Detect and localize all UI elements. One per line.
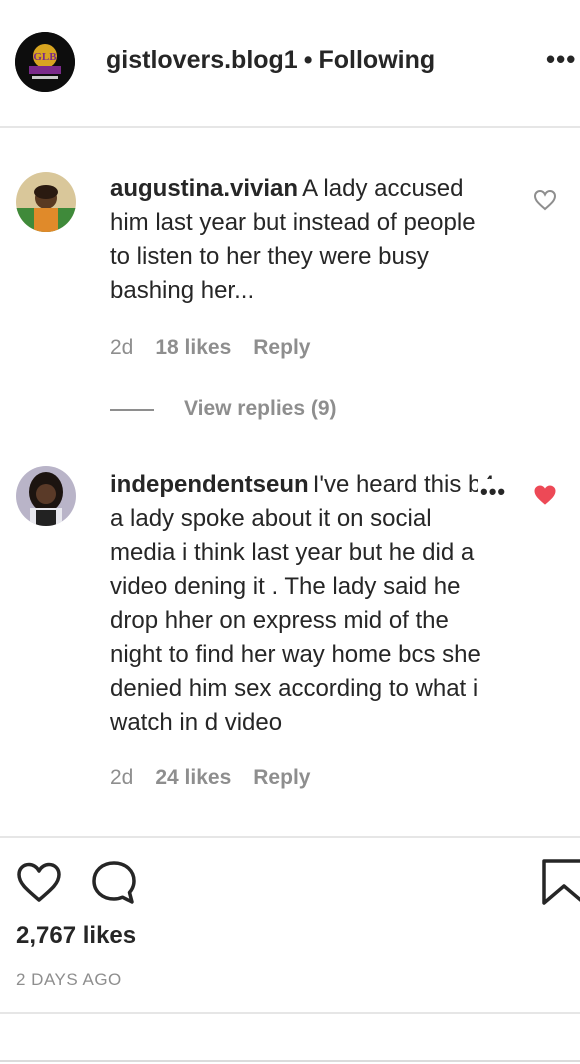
heart-filled-icon[interactable] [533, 484, 557, 506]
commenter-avatar[interactable] [16, 172, 76, 232]
view-replies-button[interactable]: View replies (9) [184, 397, 337, 421]
post-likes-count[interactable]: 2,767 likes [16, 922, 136, 950]
comment-username[interactable]: augustina.vivian [110, 175, 298, 202]
comment-likes[interactable]: 24 likes [155, 766, 231, 789]
actions-divider [0, 836, 580, 838]
account-avatar-logo[interactable]: GLB [15, 32, 75, 92]
comment-meta: 2d 24 likes Reply [110, 766, 332, 790]
reply-button[interactable]: Reply [253, 336, 310, 359]
more-horizontal-icon[interactable]: ••• [546, 44, 576, 75]
header-separator: • [303, 46, 313, 74]
comment-age: 2d [110, 766, 134, 789]
bookmark-icon[interactable] [540, 858, 580, 906]
comment-body: independentseun I've heard this b4 a lady… [110, 468, 500, 740]
comment-username[interactable]: independentseun [110, 471, 309, 498]
bottom-border [0, 1060, 580, 1062]
comment-meta: 2d 18 likes Reply [110, 336, 332, 360]
heart-outline-icon[interactable] [533, 189, 557, 211]
post-timestamp: 2 DAYS AGO [16, 970, 122, 989]
reply-button[interactable]: Reply [253, 766, 310, 789]
account-username[interactable]: gistlovers.blog1 [106, 46, 298, 74]
follow-status-button[interactable]: Following [318, 46, 435, 74]
comment-age: 2d [110, 336, 134, 359]
logo-text: GLB [33, 51, 57, 63]
comment-bubble-icon[interactable] [90, 860, 138, 906]
comment-input-divider [0, 1012, 580, 1014]
view-replies-line [110, 409, 154, 411]
header-title: gistlovers.blog1 • Following [106, 46, 435, 75]
commenter-avatar[interactable] [16, 466, 76, 526]
comment-options-icon[interactable]: ••• [478, 479, 509, 505]
comment-text: I've heard this b4 a lady spoke about it… [110, 471, 495, 736]
comment-likes[interactable]: 18 likes [155, 336, 231, 359]
like-heart-icon[interactable] [16, 862, 62, 904]
comment-body: augustina.vivian A lady accused him last … [110, 172, 500, 308]
